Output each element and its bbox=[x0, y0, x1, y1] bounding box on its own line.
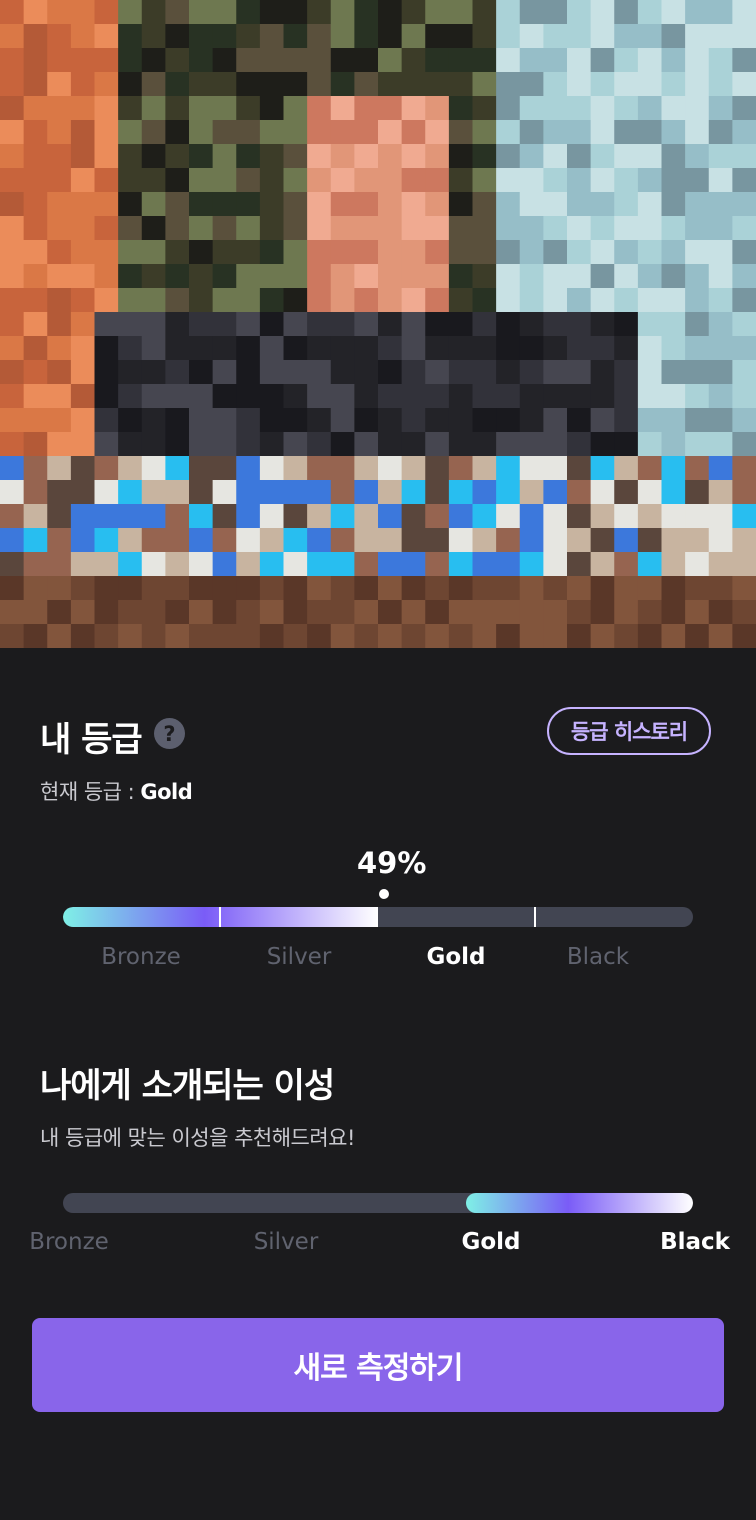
intro-title: 나에게 소개되는 이성 bbox=[40, 1066, 335, 1106]
grade-history-button[interactable]: 등급 히스토리 bbox=[547, 707, 711, 755]
grade-progress-bar bbox=[63, 907, 693, 927]
intro-tier-gold: Gold bbox=[461, 1229, 521, 1255]
help-icon[interactable]: ? bbox=[154, 718, 185, 749]
grade-panel: 내 등급 ? 등급 히스토리 현재 등급 : Gold 49% Bronze S… bbox=[0, 648, 756, 1520]
current-grade-value: Gold bbox=[140, 780, 193, 804]
tier-divider bbox=[219, 907, 221, 927]
grade-title: 내 등급 bbox=[40, 720, 143, 760]
intro-range-bar bbox=[63, 1193, 693, 1213]
current-grade-text: 현재 등급 : Gold bbox=[40, 776, 193, 806]
tier-label-black: Black bbox=[566, 944, 630, 970]
current-grade-prefix: 현재 등급 : bbox=[40, 780, 141, 804]
grade-percent: 49% bbox=[357, 846, 427, 880]
intro-range-fill bbox=[466, 1193, 693, 1213]
tier-label-silver: Silver bbox=[266, 944, 332, 970]
intro-tier-bronze: Bronze bbox=[29, 1229, 109, 1255]
profile-photo bbox=[0, 0, 756, 648]
pixelated-photo-image bbox=[0, 0, 756, 648]
intro-subtitle: 내 등급에 맞는 이성을 추천해드려요! bbox=[40, 1126, 355, 1150]
percent-marker bbox=[379, 889, 389, 899]
intro-tier-black: Black bbox=[660, 1229, 730, 1255]
tier-divider bbox=[534, 907, 536, 927]
intro-tier-silver: Silver bbox=[253, 1229, 319, 1255]
tier-label-gold: Gold bbox=[426, 944, 486, 970]
tier-label-bronze: Bronze bbox=[101, 944, 181, 970]
remeasure-button[interactable]: 새로 측정하기 bbox=[32, 1318, 724, 1412]
